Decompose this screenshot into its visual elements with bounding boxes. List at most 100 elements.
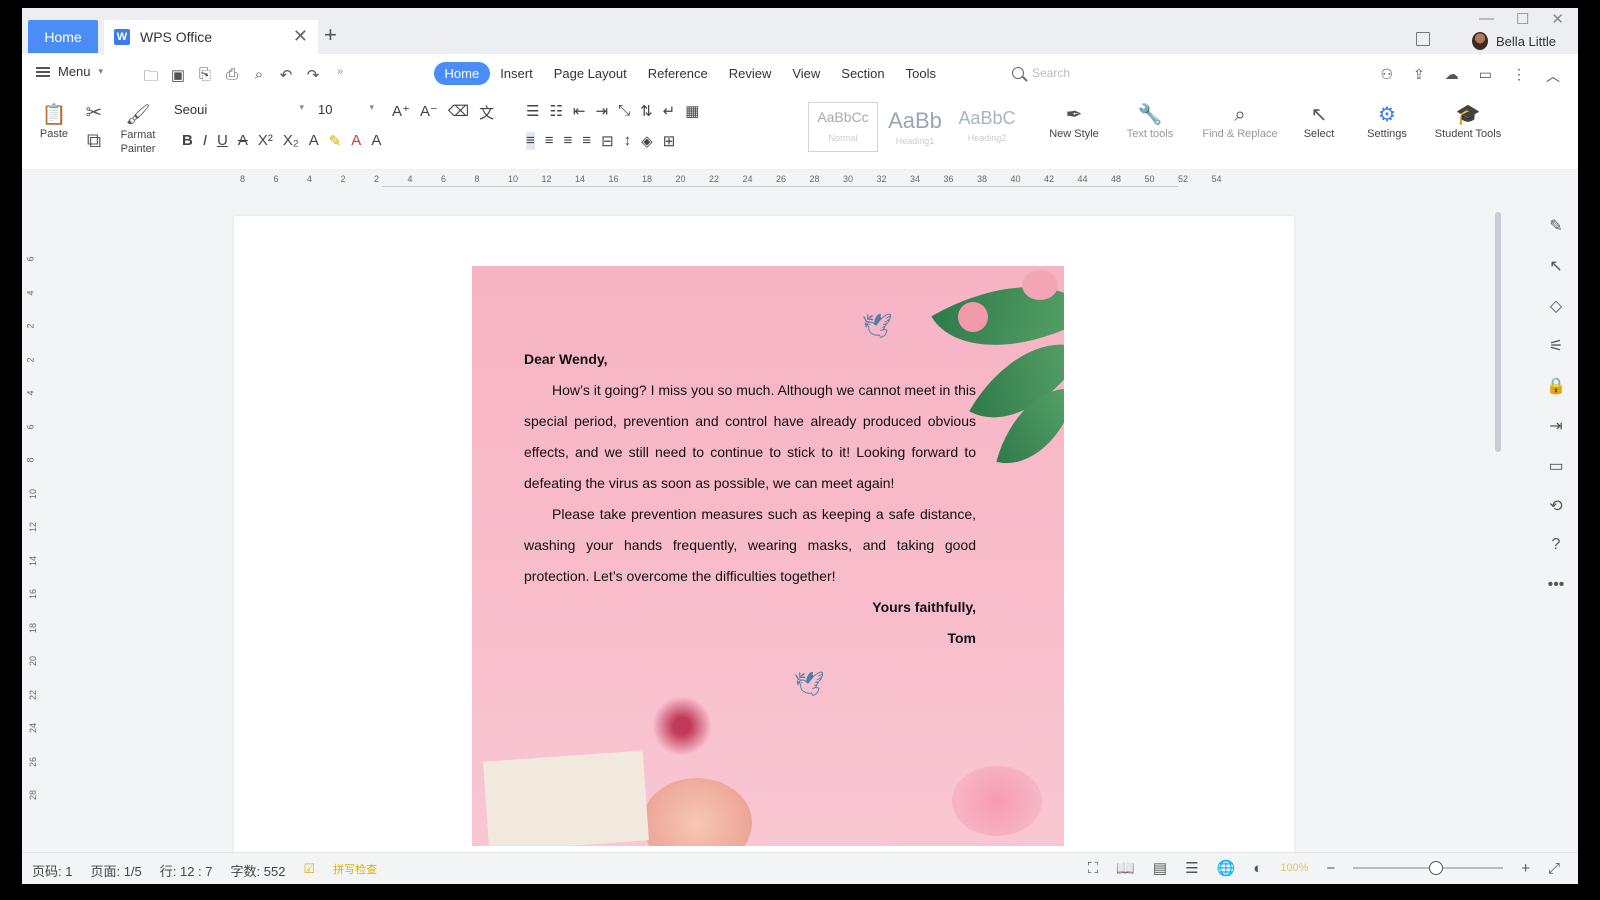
- horizontal-ruler[interactable]: 8 6 4 2 2 4 6 8 10 12 14 16 18 20 22 24 26 28 30 32 34 36 38 40…: [22, 170, 1578, 192]
- new-tab-button[interactable]: +: [324, 22, 337, 48]
- zoom-slider[interactable]: [1353, 861, 1504, 875]
- line-break-icon[interactable]: ↵: [663, 102, 676, 120]
- main-menu-button[interactable]: Menu ▾: [36, 64, 103, 79]
- settings-button[interactable]: ⚙ Settings: [1358, 102, 1416, 140]
- text-tools-button[interactable]: 🔧 Text tools: [1118, 102, 1182, 140]
- cut-button[interactable]: ✂: [82, 100, 106, 126]
- scroll-thumb[interactable]: [1495, 212, 1501, 452]
- align-left-icon[interactable]: ≡: [526, 132, 535, 150]
- web-view-icon[interactable]: 🌐: [1217, 859, 1236, 877]
- close-tab-icon[interactable]: ✕: [293, 26, 308, 47]
- more-icon[interactable]: »: [331, 66, 349, 91]
- style-heading2[interactable]: AaBbC Heading2: [952, 102, 1022, 152]
- student-tools-button[interactable]: 🎓 Student Tools: [1426, 102, 1510, 140]
- tab-home[interactable]: Home: [28, 20, 98, 53]
- status-word-count[interactable]: 字数: 552: [231, 861, 286, 880]
- eye-protect-icon[interactable]: ◐: [1253, 860, 1262, 877]
- zoom-out-icon[interactable]: −: [1326, 860, 1335, 877]
- justify-icon[interactable]: ≡: [582, 132, 591, 150]
- line-spacing-icon[interactable]: ↕: [624, 132, 632, 150]
- share-arrow-icon[interactable]: ⇥: [1549, 416, 1562, 435]
- tab-home-ribbon[interactable]: Home: [434, 62, 490, 85]
- align-center-icon[interactable]: ≡: [545, 132, 554, 150]
- print-icon[interactable]: ⎙: [223, 66, 241, 91]
- fullscreen-icon[interactable]: ⤢: [1548, 860, 1560, 877]
- spell-check-label[interactable]: 拼写检查: [333, 861, 377, 880]
- cloud-icon[interactable]: ☁: [1445, 66, 1459, 86]
- phonetic-icon[interactable]: 文: [479, 102, 494, 123]
- shading-icon[interactable]: ◈: [641, 132, 653, 150]
- strikethrough-icon[interactable]: A: [238, 132, 248, 150]
- shapes-icon[interactable]: ◇: [1550, 296, 1562, 315]
- comment-icon[interactable]: ▭: [1479, 66, 1492, 86]
- decrease-indent-icon[interactable]: ⇤: [573, 102, 586, 120]
- close-window-icon[interactable]: ✕: [1551, 10, 1564, 28]
- backup-icon[interactable]: ⟲: [1549, 496, 1562, 515]
- spell-check-icon[interactable]: ☑: [303, 861, 315, 880]
- clear-format-icon[interactable]: ⌫: [448, 102, 469, 123]
- increase-indent-icon[interactable]: ⇥: [595, 102, 608, 120]
- page-view-icon[interactable]: ▤: [1153, 859, 1167, 877]
- redo-icon[interactable]: ↷: [304, 66, 322, 91]
- style-normal[interactable]: AaBbCc Normal: [808, 102, 878, 152]
- share-icon[interactable]: ⇪: [1413, 66, 1425, 86]
- zoom-percentage[interactable]: 100%: [1280, 862, 1308, 874]
- format-painter-button[interactable]: 🖌 Farmat Painter: [118, 102, 158, 156]
- tab-insert[interactable]: Insert: [490, 62, 544, 85]
- collapse-ribbon-icon[interactable]: ︿: [1546, 66, 1560, 86]
- borders-icon[interactable]: ⊞: [663, 132, 676, 150]
- more-horizontal-icon[interactable]: •••: [1548, 576, 1565, 594]
- vertical-ruler[interactable]: 6 4 2 2 4 6 8 10 12 14 16 18 20 22 24 26 28: [22, 192, 44, 838]
- more-vertical-icon[interactable]: ⋮: [1512, 66, 1526, 86]
- focus-mode-icon[interactable]: ⛶: [1088, 860, 1099, 877]
- tab-section[interactable]: Section: [831, 62, 895, 85]
- superscript-icon[interactable]: X²: [258, 132, 273, 150]
- letter-body[interactable]: Dear Wendy, How’s it going? I miss you s…: [524, 344, 976, 654]
- bullet-list-icon[interactable]: ☰: [526, 102, 539, 120]
- pencil-icon[interactable]: ✎: [1549, 216, 1562, 235]
- highlight-icon[interactable]: ✎: [329, 132, 342, 150]
- outline-view-icon[interactable]: ☰: [1185, 859, 1198, 877]
- subscript-icon[interactable]: X₂: [283, 132, 299, 150]
- inbox-icon[interactable]: ▭: [1548, 456, 1563, 475]
- read-mode-icon[interactable]: 📖: [1116, 859, 1135, 877]
- document-page[interactable]: 🕊 🕊 Dear Wendy, How’s it going? I miss y…: [234, 216, 1294, 856]
- minimize-icon[interactable]: —: [1479, 10, 1494, 28]
- font-size-select[interactable]: 10 ▾: [318, 102, 374, 117]
- sort-icon[interactable]: ⇅: [640, 102, 653, 120]
- font-name-select[interactable]: Seoui ▾: [174, 102, 304, 117]
- panel-toggle-icon[interactable]: [1416, 32, 1430, 46]
- align-right-icon[interactable]: ≡: [564, 132, 573, 150]
- open-folder-icon[interactable]: 🗀: [142, 66, 160, 91]
- bold-icon[interactable]: B: [182, 132, 193, 150]
- style-heading1[interactable]: AaBb Heading1: [880, 102, 950, 152]
- decrease-font-icon[interactable]: A⁻: [420, 102, 438, 123]
- new-style-button[interactable]: ✒ New Style: [1042, 102, 1106, 140]
- tab-tools[interactable]: Tools: [895, 62, 946, 85]
- preview-icon[interactable]: ⌕: [250, 66, 268, 91]
- help-icon[interactable]: ?: [1552, 536, 1561, 554]
- undo-icon[interactable]: ↶: [277, 66, 295, 91]
- search-input[interactable]: Search: [1032, 66, 1070, 80]
- share-user-icon[interactable]: ⚇: [1380, 66, 1393, 86]
- tab-page-layout[interactable]: Page Layout: [543, 62, 637, 85]
- save-icon[interactable]: ▣: [169, 66, 187, 91]
- export-icon[interactable]: ⎘: [196, 66, 214, 91]
- find-replace-button[interactable]: ⌕ Find & Replace: [1194, 102, 1286, 140]
- adjust-icon[interactable]: ⚟: [1549, 336, 1563, 355]
- underline-icon[interactable]: U: [217, 132, 228, 150]
- tab-view[interactable]: View: [782, 62, 831, 85]
- search-box[interactable]: Search: [1012, 66, 1070, 80]
- increase-font-icon[interactable]: A⁺: [392, 102, 410, 123]
- distribute-icon[interactable]: ⊟: [601, 132, 614, 150]
- zoom-slider-knob[interactable]: [1428, 861, 1443, 875]
- table-grid-icon[interactable]: ▦: [685, 102, 699, 120]
- tab-reference[interactable]: Reference: [637, 62, 718, 85]
- pointer-icon[interactable]: ↖: [1549, 256, 1562, 275]
- tab-document[interactable]: W WPS Office ✕: [104, 20, 318, 54]
- text-effect-icon[interactable]: A: [309, 132, 319, 150]
- font-color-icon[interactable]: A: [351, 132, 361, 150]
- copy-button[interactable]: ⧉: [82, 128, 106, 154]
- status-pages[interactable]: 页面: 1/5: [90, 861, 141, 880]
- lock-icon[interactable]: 🔒: [1546, 376, 1566, 395]
